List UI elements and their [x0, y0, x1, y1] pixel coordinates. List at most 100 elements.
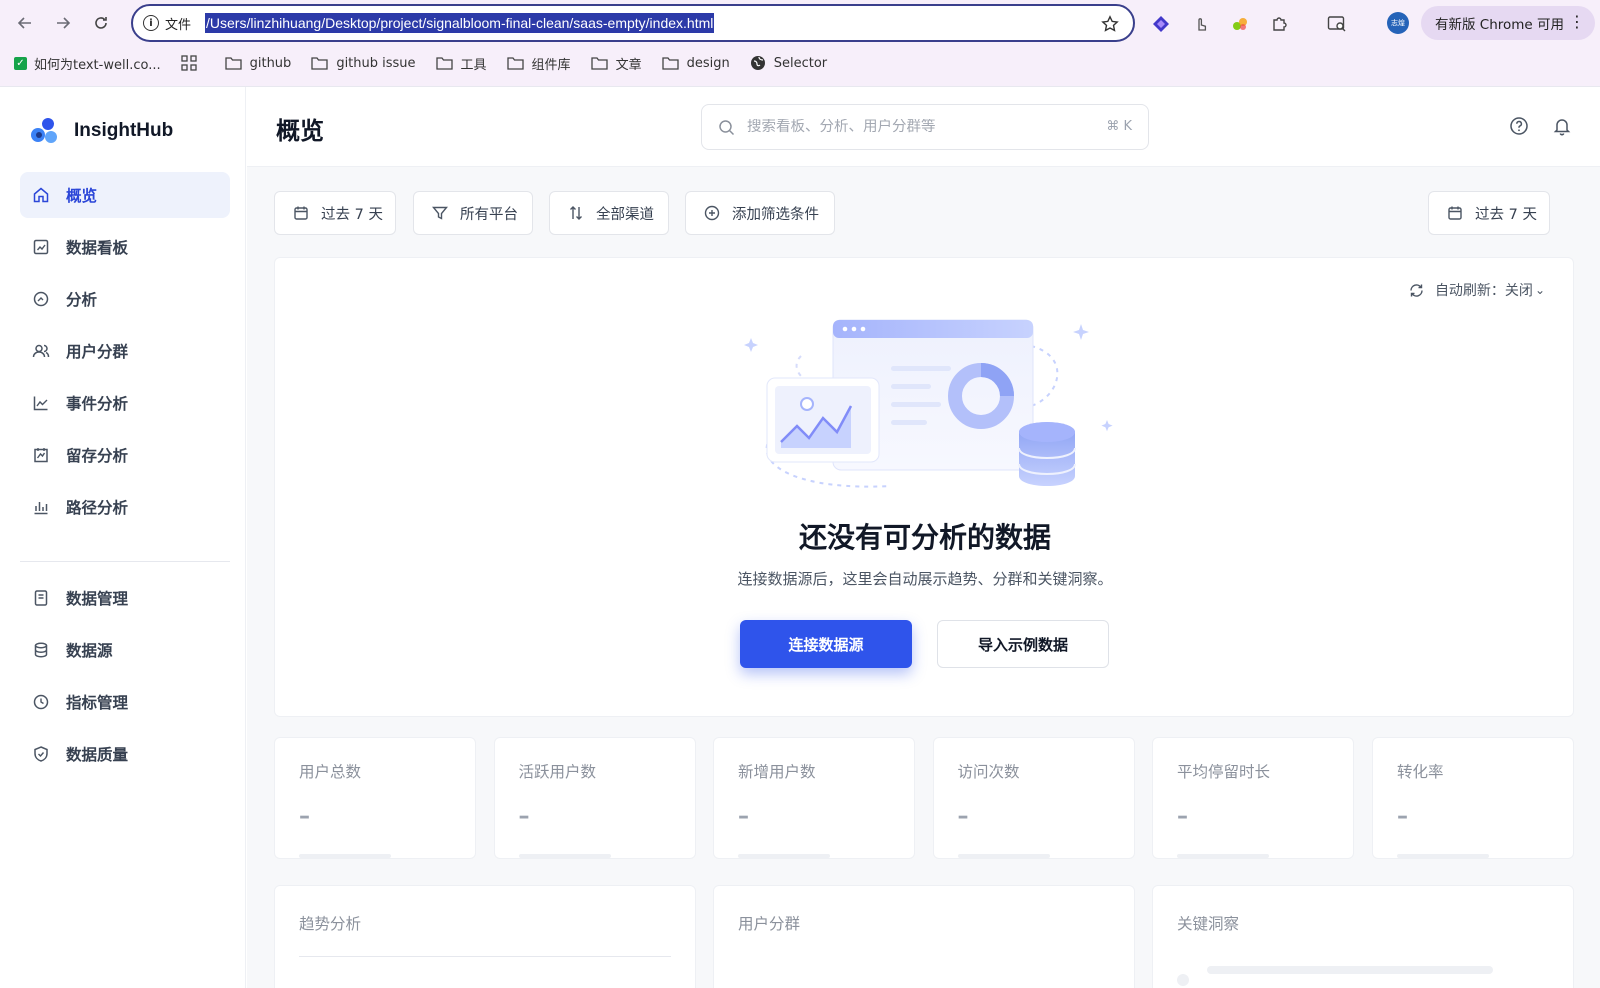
bookmark-folder[interactable]: design — [661, 56, 730, 71]
primary-nav: 概览 数据看板 分析 用户分群 事件分析 留存分析 路径分析 — [20, 172, 230, 536]
metric-label: 访问次数 — [957, 763, 1020, 781]
diamond-extension-icon — [1153, 16, 1169, 32]
nav-item-metrics-management[interactable]: 指标管理 — [20, 679, 230, 725]
nav-item-data-quality[interactable]: 数据质量 — [20, 731, 230, 777]
reload-button[interactable] — [88, 11, 114, 35]
date-picker[interactable]: 过去 7 天 — [1428, 191, 1550, 235]
back-button[interactable] — [12, 11, 38, 35]
forward-button[interactable] — [50, 11, 76, 35]
metric-skeleton-bar — [957, 854, 1050, 858]
filter-bar: 过去 7 天 所有平台 全部渠道 添加筛选条件 过去 7 天 — [274, 191, 1574, 235]
hand-pointer-icon — [1198, 18, 1207, 31]
document-icon — [34, 590, 48, 606]
brand-logo[interactable]: InsightHub — [30, 117, 173, 145]
analysis-icon — [33, 291, 49, 307]
metric-value: – — [1397, 804, 1408, 829]
user-segments-panel[interactable]: 用户分群 — [713, 885, 1135, 988]
info-icon: i — [143, 15, 159, 31]
metric-card[interactable]: 新增用户数 – — [713, 737, 915, 859]
main-content: 概览 ⌘ K 过去 7 天 所有平台 — [247, 87, 1600, 988]
bookmark-folder[interactable]: github — [224, 56, 291, 71]
bell-icon — [1553, 119, 1571, 136]
nav-item-analysis[interactable]: 分析 — [20, 276, 230, 322]
profile-avatar[interactable]: 志煌 — [1387, 12, 1409, 34]
metric-card[interactable]: 活跃用户数 – — [493, 737, 696, 859]
sort-arrows-icon — [570, 206, 582, 220]
insight-skeleton-line — [1207, 966, 1493, 974]
metric-value: – — [299, 804, 310, 829]
metric-card[interactable]: 用户总数 – — [274, 737, 476, 859]
time-range-filter[interactable]: 过去 7 天 — [274, 191, 396, 235]
toolbar: i 文件 /Users/linzhihuang/Desktop/project/… — [0, 0, 1600, 46]
panel-title: 趋势分析 — [299, 915, 362, 933]
tab-search-icon — [1327, 16, 1346, 32]
extension-puzzle-color-button[interactable] — [1228, 12, 1252, 36]
bookmark-item[interactable]: ✓ 如何为text-well.co... — [14, 54, 161, 73]
bookmark-item[interactable]: Selector — [750, 55, 827, 71]
folder-icon — [661, 57, 679, 70]
help-circle-icon — [1510, 117, 1528, 135]
nav-item-data-sources[interactable]: 数据源 — [20, 627, 230, 673]
metric-card[interactable]: 访问次数 – — [932, 737, 1135, 859]
users-icon — [32, 344, 50, 358]
connect-data-source-button[interactable]: 连接数据源 — [740, 620, 912, 668]
insight-skeleton-dot — [1177, 974, 1189, 986]
metric-skeleton-bar — [299, 854, 391, 858]
trend-analysis-panel[interactable]: 趋势分析 — [274, 885, 696, 988]
globe-icon — [750, 56, 765, 70]
home-icon — [33, 187, 49, 203]
key-insights-panel[interactable]: 关键洞察 — [1152, 885, 1574, 988]
extension-hand-button[interactable] — [1189, 12, 1213, 36]
nav-item-event-analysis[interactable]: 事件分析 — [20, 380, 230, 426]
notifications-button[interactable] — [1552, 116, 1572, 136]
channel-filter[interactable]: 全部渠道 — [549, 191, 669, 235]
search-input[interactable] — [747, 119, 1087, 135]
refresh-icon — [1410, 283, 1423, 297]
extension-diamond-button[interactable] — [1149, 12, 1173, 36]
colorful-extension-icon — [1233, 18, 1247, 30]
address-bar[interactable]: i 文件 /Users/linzhihuang/Desktop/project/… — [131, 4, 1135, 42]
clock-icon — [33, 694, 49, 710]
nav-item-data-management[interactable]: 数据管理 — [20, 575, 230, 621]
auto-refresh-toggle[interactable]: 自动刷新：关闭 ⌄ — [1408, 280, 1545, 300]
bookmark-folder[interactable]: 组件库 — [506, 54, 571, 73]
nav-item-user-segments[interactable]: 用户分群 — [20, 328, 230, 374]
panel-title: 用户分群 — [738, 915, 801, 933]
dashboard-icon — [33, 239, 49, 255]
chrome-update-button[interactable]: 有新版 Chrome 可用 ⋮ — [1421, 6, 1595, 40]
metric-label: 用户总数 — [299, 763, 362, 781]
arrow-right-icon — [57, 17, 71, 29]
nav-item-retention-analysis[interactable]: 留存分析 — [20, 432, 230, 478]
analysis-panels: 趋势分析 用户分群 关键洞察 — [274, 885, 1574, 988]
reload-icon — [95, 17, 107, 29]
add-filter-button[interactable]: 添加筛选条件 — [685, 191, 835, 235]
import-sample-data-button[interactable]: 导入示例数据 — [937, 620, 1109, 668]
calendar-icon — [1448, 206, 1462, 220]
metric-label: 转化率 — [1397, 763, 1444, 781]
bookmark-star-button[interactable] — [1101, 15, 1119, 33]
bookmark-folder[interactable]: 工具 — [435, 54, 487, 73]
database-icon — [34, 642, 48, 658]
nav-item-overview[interactable]: 概览 — [20, 172, 230, 218]
page-info-button[interactable]: i 文件 — [143, 14, 191, 33]
help-button[interactable] — [1509, 116, 1529, 136]
path-icon — [34, 502, 48, 515]
extensions-button[interactable] — [1268, 12, 1292, 36]
nav-item-dashboards[interactable]: 数据看板 — [20, 224, 230, 270]
panel-divider — [299, 956, 671, 957]
bookmark-folder[interactable]: github issue — [311, 56, 416, 71]
chevron-down-icon: ⌄ — [1534, 283, 1545, 297]
tab-search-button[interactable] — [1325, 12, 1349, 36]
line-chart-icon — [33, 396, 48, 411]
nav-item-path-analysis[interactable]: 路径分析 — [20, 484, 230, 530]
bookmarks-bar: ✓ 如何为text-well.co... github github issue… — [0, 48, 1600, 78]
calendar-icon — [294, 206, 308, 220]
url-text[interactable]: /Users/linzhihuang/Desktop/project/signa… — [205, 13, 715, 33]
metric-card[interactable]: 平均停留时长 – — [1152, 737, 1354, 859]
global-search[interactable]: ⌘ K — [701, 104, 1149, 150]
bookmark-folder[interactable]: 文章 — [590, 54, 642, 73]
platform-filter[interactable]: 所有平台 — [413, 191, 533, 235]
metric-card[interactable]: 转化率 – — [1372, 737, 1574, 859]
apps-button[interactable] — [180, 55, 205, 71]
metric-label: 活跃用户数 — [518, 763, 597, 781]
